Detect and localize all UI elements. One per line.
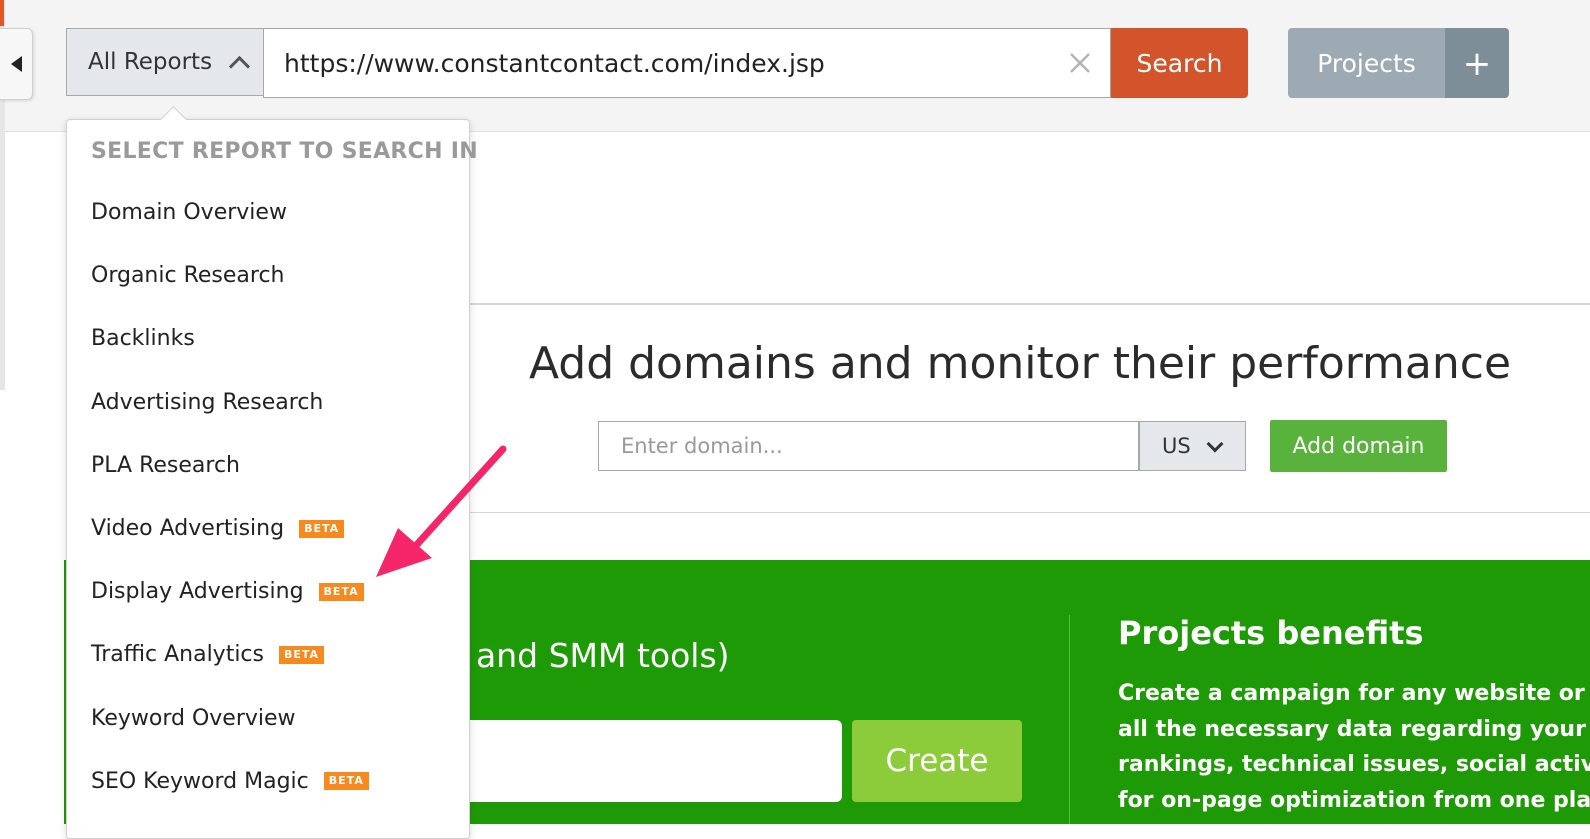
benefits-line: Create a campaign for any website or soc… [1118, 681, 1590, 706]
chevron-down-icon [1206, 435, 1224, 452]
benefits-line: all the necessary data regarding your do… [1118, 716, 1590, 742]
report-item-label: Organic Research [91, 263, 285, 289]
close-icon[interactable] [1066, 48, 1094, 78]
report-item-organic-research[interactable]: Organic Research [67, 244, 469, 307]
report-selector-label: All Reports [88, 49, 213, 75]
report-item-video-advertising[interactable]: Video Advertising BETA [67, 497, 469, 560]
report-item-pla-research[interactable]: PLA Research [67, 434, 469, 497]
benefits-line: rankings, technical issues, social activ… [1118, 752, 1590, 777]
promo-subtitle: and SMM tools) [476, 636, 730, 675]
report-item-domain-overview[interactable]: Domain Overview [67, 181, 469, 244]
add-domain-button[interactable]: Add domain [1270, 420, 1447, 472]
add-project-button[interactable]: + [1445, 28, 1509, 98]
benefits-line: for on-page optimization from one place. [1118, 787, 1590, 813]
sidebar-accent [0, 0, 4, 26]
report-item-traffic-analytics[interactable]: Traffic Analytics BETA [67, 623, 469, 686]
report-item-label: Video Advertising [91, 516, 285, 542]
beta-badge: BETA [299, 519, 345, 538]
report-list: Domain Overview Organic Research Backlin… [67, 181, 469, 813]
benefits-title: Projects benefits [1118, 614, 1424, 652]
report-item-label: Display Advertising [91, 579, 304, 605]
beta-badge: BETA [318, 582, 364, 601]
project-name-input[interactable] [462, 720, 842, 802]
section-divider [470, 512, 1590, 513]
chevron-up-icon [228, 55, 251, 77]
domain-input[interactable] [598, 421, 1139, 471]
sidebar-collapse-button[interactable] [0, 28, 33, 100]
report-item-label: SEO Keyword Magic [91, 768, 309, 794]
report-item-display-advertising[interactable]: Display Advertising BETA [67, 560, 469, 623]
report-item-label: Advertising Research [91, 389, 324, 415]
report-item-advertising-research[interactable]: Advertising Research [67, 371, 469, 434]
country-select-value: US [1162, 434, 1191, 458]
report-item-label: Traffic Analytics [91, 642, 264, 668]
projects-button[interactable]: Projects [1288, 28, 1445, 98]
section-divider [470, 303, 1590, 305]
report-selector-toggle[interactable]: All Reports [66, 28, 263, 96]
panel-separator [1069, 615, 1070, 824]
report-item-label: Domain Overview [91, 200, 287, 226]
report-item-backlinks[interactable]: Backlinks [67, 307, 469, 370]
report-item-seo-keyword-magic[interactable]: SEO Keyword Magic BETA [67, 750, 469, 813]
triangle-left-icon [10, 56, 22, 72]
search-url-input[interactable] [263, 28, 1111, 98]
report-item-label: Keyword Overview [91, 705, 296, 731]
report-item-keyword-overview[interactable]: Keyword Overview [67, 687, 469, 750]
report-item-label: PLA Research [91, 452, 240, 478]
search-button[interactable]: Search [1111, 28, 1248, 98]
beta-badge: BETA [279, 645, 325, 664]
country-select[interactable]: US [1139, 421, 1246, 471]
dropdown-heading: SELECT REPORT TO SEARCH IN [91, 139, 478, 164]
report-item-label: Backlinks [91, 326, 195, 352]
monitor-title: Add domains and monitor their performanc… [528, 338, 1512, 389]
report-dropdown-menu: SELECT REPORT TO SEARCH IN Domain Overvi… [66, 106, 478, 839]
benefits-text: Create a campaign for any website or soc… [1118, 676, 1590, 824]
create-project-button[interactable]: Create [852, 720, 1022, 802]
beta-badge: BETA [323, 772, 369, 791]
